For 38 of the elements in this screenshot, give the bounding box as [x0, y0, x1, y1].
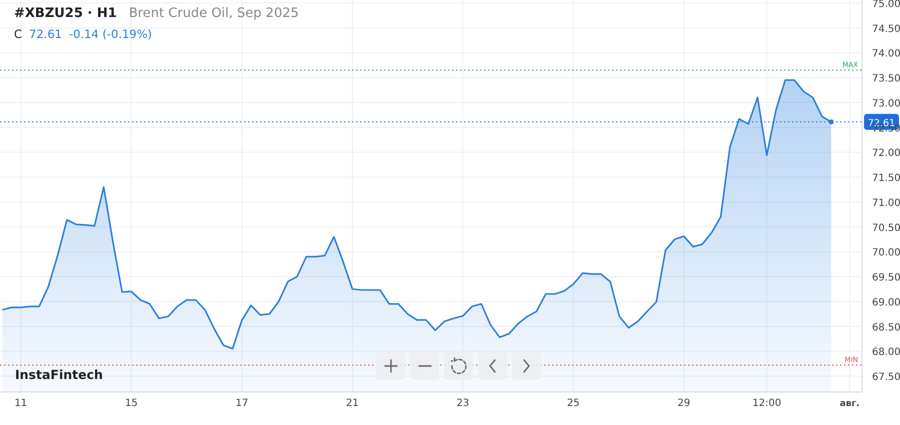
- chevron-left-icon: [489, 358, 496, 372]
- x-axis-label: 29: [678, 398, 690, 409]
- scroll-right-button[interactable]: [512, 351, 541, 380]
- close-price: 72.61: [29, 27, 62, 41]
- scroll-left-button[interactable]: [478, 351, 507, 380]
- y-axis-label: 69.50: [872, 272, 900, 284]
- x-axis-label: авг.: [840, 399, 860, 409]
- chevron-right-icon: [523, 358, 530, 372]
- x-axis-label: 15: [124, 398, 138, 409]
- x-axis-label: 25: [567, 398, 580, 409]
- zoom-in-icon: [384, 358, 398, 372]
- symbol-title: #XBZU25 · H1: [14, 6, 117, 21]
- price-change: -0.14 (-0.19%): [68, 27, 152, 41]
- y-axis-label: 69.00: [872, 297, 900, 308]
- last-point-marker: [828, 119, 834, 124]
- y-axis-label: 74.00: [872, 48, 900, 60]
- close-label: C: [14, 27, 22, 41]
- y-axis-label: 71.00: [872, 198, 900, 209]
- y-axis-label: 73.50: [872, 74, 900, 85]
- y-axis-label: 71.50: [872, 173, 900, 184]
- reset-icon: [450, 357, 467, 374]
- y-axis-label: 70.50: [872, 222, 900, 234]
- instrument-name: Brent Crude Oil, Sep 2025: [128, 6, 299, 21]
- brand-logo: InstaFintech: [15, 367, 103, 382]
- x-axis-label: 12:00: [752, 398, 782, 409]
- x-axis-label: 23: [456, 398, 470, 409]
- y-axis-label: 70.00: [872, 248, 900, 259]
- y-axis-label: 67.50: [872, 372, 900, 384]
- y-axis-label: 73.00: [872, 98, 900, 110]
- y-axis-label: 68.50: [872, 322, 900, 334]
- y-axis-label: 68.00: [872, 347, 900, 358]
- x-axis-label: 17: [235, 398, 248, 409]
- y-axis-label: 72.00: [872, 148, 900, 160]
- x-axis-label: 21: [346, 398, 359, 409]
- y-axis-label: 74.50: [872, 24, 900, 35]
- reset-button[interactable]: [444, 351, 473, 380]
- zoom-in-button[interactable]: [376, 351, 405, 380]
- x-axis-label: 11: [14, 398, 28, 409]
